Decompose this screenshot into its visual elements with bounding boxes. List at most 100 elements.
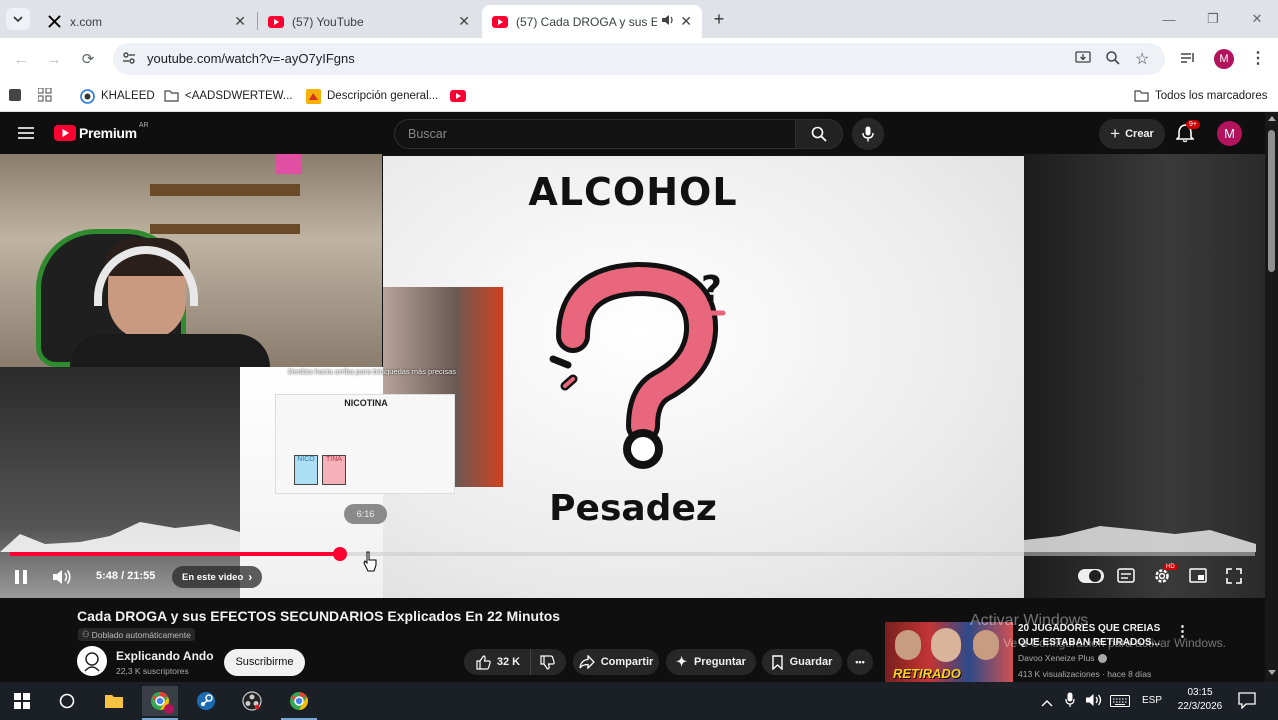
subtitles-button[interactable]	[1117, 568, 1135, 583]
new-tab-button[interactable]: +	[708, 8, 730, 30]
tab-youtube[interactable]: (57) YouTube ✕	[258, 5, 480, 38]
miniplayer-button[interactable]	[1189, 568, 1207, 583]
bookmark-folder[interactable]: <AADSDWERTEW...	[164, 86, 292, 106]
settings-button[interactable]: HD	[1153, 564, 1177, 585]
bookmarks-bar: KHALEED <AADSDWERTEW... Descripción gene…	[0, 80, 1278, 112]
autoplay-toggle[interactable]	[1078, 569, 1104, 583]
more-actions-button[interactable]: •••	[847, 649, 873, 675]
thumbs-up-icon	[476, 654, 491, 670]
swipe-hint: Desliza hacia arriba para búsquedas más …	[287, 367, 456, 376]
youtube-premium-logo[interactable]: Premium AR	[54, 121, 149, 141]
bookmark-label: Descripción general...	[327, 90, 439, 102]
restore-button[interactable]: ❐	[1192, 0, 1234, 38]
address-bar[interactable]: youtube.com/watch?v=-ayO7yIFgns ☆	[113, 43, 1165, 75]
profile-avatar[interactable]: M	[1214, 49, 1234, 69]
url-text: youtube.com/watch?v=-ayO7yIFgns	[147, 51, 355, 66]
shelf	[150, 184, 300, 196]
webcam-overlay	[0, 154, 382, 367]
forward-button[interactable]: →	[42, 47, 66, 71]
ask-button[interactable]: ✦ Preguntar	[666, 649, 756, 675]
share-button[interactable]: Compartir	[573, 649, 659, 675]
tab-search-button[interactable]	[6, 8, 30, 30]
install-icon[interactable]	[1075, 50, 1091, 71]
bookmark-khaleed[interactable]: KHALEED	[80, 86, 155, 106]
bookmark-all[interactable]: Todos los marcadores	[1134, 86, 1268, 106]
browser-toolbar: ← → ⟳ youtube.com/watch?v=-ayO7yIFgns ☆ …	[0, 38, 1278, 80]
apps-square-icon[interactable]	[9, 89, 21, 101]
tab-video[interactable]: (57) Cada DROGA y sus EFE ✕	[482, 5, 702, 38]
speaker-icon[interactable]	[661, 14, 674, 29]
steam-taskbar-button[interactable]	[188, 686, 224, 716]
close-icon[interactable]: ✕	[234, 13, 246, 30]
bookmark-favicon-icon	[80, 88, 95, 104]
site-info-icon[interactable]	[122, 51, 136, 70]
dislike-button[interactable]	[531, 649, 564, 675]
create-button[interactable]: + Crear	[1099, 119, 1165, 149]
hamburger-menu-icon[interactable]	[18, 126, 34, 145]
voice-search-button[interactable]	[852, 118, 884, 150]
chapter-button[interactable]: En este video ›	[172, 566, 263, 588]
tab-x[interactable]: x.com ✕	[36, 5, 256, 38]
scroll-up-arrow[interactable]	[1268, 116, 1276, 121]
search-button[interactable]	[49, 686, 85, 716]
file-explorer-button[interactable]	[96, 686, 132, 716]
pause-button[interactable]	[14, 568, 34, 586]
bookmark-star-icon[interactable]: ☆	[1135, 49, 1149, 69]
reload-button[interactable]: ⟳	[76, 47, 100, 71]
recommended-channel[interactable]: Davoo Xeneize Plus	[1018, 653, 1107, 663]
recommended-thumbnail[interactable]: RETIRADO	[885, 622, 1013, 682]
notifications-button[interactable]: 9+	[1175, 120, 1200, 148]
scroll-down-arrow[interactable]	[1268, 670, 1276, 675]
like-dislike-group: 32 K	[464, 649, 566, 675]
chrome-taskbar-button[interactable]	[142, 686, 178, 720]
bookmark-label: <AADSDWERTEW...	[185, 90, 293, 102]
action-center-icon[interactable]	[1238, 692, 1256, 714]
video-player[interactable]: ALCOHOL ? Pesadez NICOTINA NICO TINA Des…	[0, 154, 1265, 598]
keyboard-tray-icon[interactable]	[1110, 694, 1130, 712]
chrome-menu-icon[interactable]: ⋮	[1250, 48, 1266, 68]
user-avatar[interactable]: M	[1217, 121, 1242, 146]
progress-scrubber[interactable]	[332, 547, 347, 561]
fullscreen-button[interactable]	[1226, 568, 1242, 584]
video-title: Cada DROGA y sus EFECTOS SECUNDARIOS Exp…	[77, 608, 561, 624]
start-button[interactable]	[4, 686, 40, 716]
bookmark-descripcion[interactable]: Descripción general...	[306, 86, 438, 106]
bookmark-youtube[interactable]	[450, 86, 472, 106]
save-button[interactable]: Guardar	[762, 649, 842, 675]
channel-name[interactable]: Explicando Ando	[116, 649, 214, 663]
microphone-tray-icon[interactable]	[1065, 692, 1075, 713]
tab-title: (57) YouTube	[292, 14, 364, 29]
minimize-button[interactable]: —	[1148, 0, 1190, 38]
folder-icon	[105, 695, 123, 708]
chrome-second-taskbar-button[interactable]	[281, 686, 317, 720]
clock[interactable]: 03:15 22/3/2026	[1172, 686, 1228, 714]
media-controls-icon[interactable]	[1180, 50, 1196, 71]
save-label: Guardar	[789, 656, 833, 668]
slide-title: ALCOHOL	[528, 170, 738, 214]
channel-avatar[interactable]	[77, 646, 107, 676]
page-scrollbar[interactable]	[1265, 112, 1278, 682]
back-button[interactable]: ←	[9, 47, 33, 71]
thumb-face	[895, 630, 921, 660]
volume-tray-icon[interactable]	[1085, 693, 1103, 712]
obs-taskbar-button[interactable]	[234, 686, 270, 716]
youtube-logo-icon	[268, 14, 284, 30]
chevron-right-icon: ›	[248, 570, 253, 584]
language-indicator[interactable]: ESP	[1142, 695, 1162, 706]
search-button[interactable]	[795, 119, 843, 149]
clock-date: 22/3/2026	[1177, 701, 1223, 712]
like-button[interactable]: 32 K	[466, 649, 532, 675]
region-code: AR	[138, 121, 149, 129]
apps-grid-icon[interactable]	[37, 87, 52, 105]
scrollbar-thumb[interactable]	[1268, 130, 1275, 272]
nicotina-illustration: NICO TINA	[294, 455, 346, 485]
search-input[interactable]: Buscar	[394, 119, 796, 149]
zoom-icon[interactable]	[1105, 50, 1121, 71]
tray-chevron-icon[interactable]	[1041, 694, 1053, 712]
volume-button[interactable]	[52, 568, 74, 586]
subscribe-button[interactable]: Suscribirme	[224, 649, 305, 676]
progress-bar[interactable]	[10, 547, 1255, 561]
close-icon[interactable]: ✕	[458, 13, 470, 30]
close-window-button[interactable]: ✕	[1236, 0, 1278, 38]
close-icon[interactable]: ✕	[680, 13, 692, 30]
